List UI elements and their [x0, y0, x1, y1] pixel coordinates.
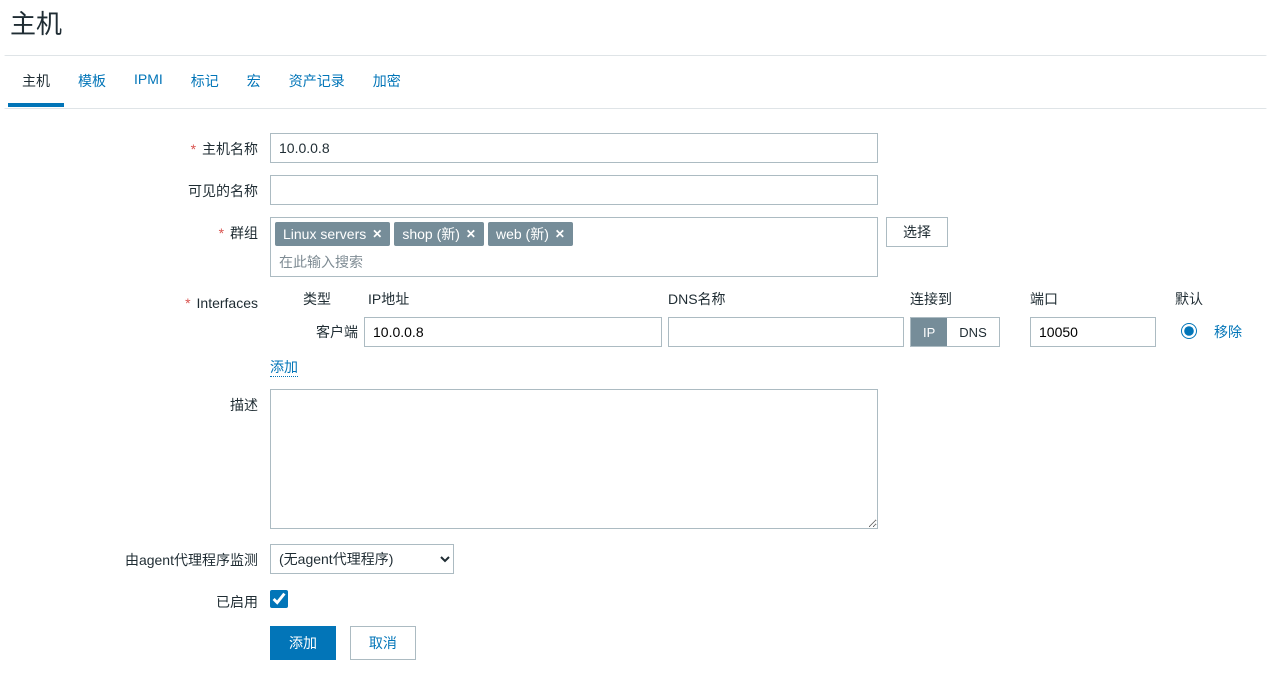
proxy-select[interactable]: (无agent代理程序)	[270, 544, 454, 574]
enabled-checkbox[interactable]	[270, 590, 288, 608]
tab-host[interactable]: 主机	[8, 57, 64, 107]
iface-header-port: 端口	[1030, 289, 1168, 309]
tab-tags[interactable]: 标记	[177, 57, 233, 107]
proxy-label: 由agent代理程序监测	[10, 544, 270, 570]
description-label: 描述	[10, 389, 270, 415]
description-textarea[interactable]	[270, 389, 878, 529]
iface-remove-link[interactable]: 移除	[1214, 324, 1242, 340]
iface-header-ip: IP地址	[364, 289, 668, 309]
iface-header-default: 默认	[1168, 289, 1210, 309]
visiblename-label: 可见的名称	[10, 175, 270, 201]
iface-dns-input[interactable]	[668, 317, 904, 347]
visiblename-input[interactable]	[270, 175, 878, 205]
iface-ip-input[interactable]	[364, 317, 662, 347]
groups-label: * 群组	[10, 217, 270, 243]
host-form: * 主机名称 可见的名称 * 群组 Linux servers✕ shop (新…	[0, 109, 1271, 664]
iface-type-label: 客户端	[270, 322, 364, 342]
enabled-label: 已启用	[10, 586, 270, 612]
tab-inventory[interactable]: 资产记录	[275, 57, 359, 107]
iface-add-link[interactable]: 添加	[270, 359, 298, 377]
tabs-container: 主机 模板 IPMI 标记 宏 资产记录 加密	[4, 55, 1267, 109]
page-title: 主机	[0, 0, 1271, 55]
tab-encryption[interactable]: 加密	[359, 57, 415, 107]
iface-header-dns: DNS名称	[668, 289, 910, 309]
groups-select-button[interactable]: 选择	[886, 217, 948, 247]
cancel-button[interactable]: 取消	[350, 626, 416, 660]
close-icon[interactable]: ✕	[555, 224, 565, 244]
tab-ipmi[interactable]: IPMI	[120, 57, 177, 107]
interfaces-label: * Interfaces	[10, 289, 270, 311]
iface-connto-toggle: IP DNS	[910, 317, 1000, 347]
tab-template[interactable]: 模板	[64, 57, 120, 107]
group-tag: shop (新)✕	[394, 222, 484, 246]
close-icon[interactable]: ✕	[372, 224, 382, 244]
hostname-label: * 主机名称	[10, 133, 270, 159]
groups-search-input[interactable]	[275, 250, 873, 272]
iface-connto-dns[interactable]: DNS	[947, 318, 998, 346]
iface-connto-ip[interactable]: IP	[911, 318, 947, 346]
group-tag: web (新)✕	[488, 222, 573, 246]
group-tag: Linux servers✕	[275, 222, 390, 246]
tab-macros[interactable]: 宏	[233, 57, 275, 107]
submit-button[interactable]: 添加	[270, 626, 336, 660]
iface-header-type: 类型	[270, 289, 364, 309]
hostname-input[interactable]	[270, 133, 878, 163]
groups-multiselect[interactable]: Linux servers✕ shop (新)✕ web (新)✕	[270, 217, 878, 277]
iface-default-radio[interactable]	[1181, 323, 1197, 339]
close-icon[interactable]: ✕	[466, 224, 476, 244]
iface-port-input[interactable]	[1030, 317, 1156, 347]
iface-header-conn: 连接到	[910, 289, 1030, 309]
